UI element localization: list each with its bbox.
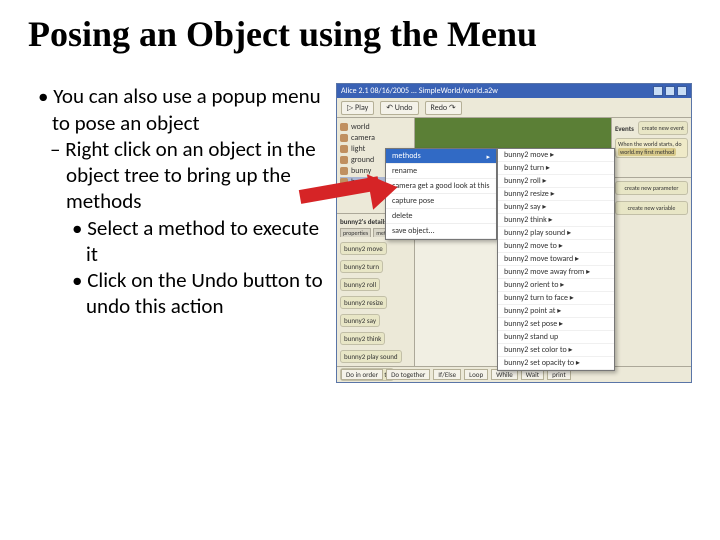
events-panel: Events create new event When the world s… (612, 118, 691, 178)
submenu-item[interactable]: bunny2 move ▸ (498, 149, 614, 162)
status-segment[interactable]: Do together (386, 369, 430, 380)
status-segment[interactable]: Loop (464, 369, 488, 380)
window-title: Alice 2.1 08/16/2005 ... SimpleWorld/wor… (341, 86, 498, 96)
light-icon (340, 145, 348, 153)
create-variable-button[interactable]: create new variable (615, 201, 688, 215)
ground-icon (340, 156, 348, 164)
redo-button[interactable]: Redo ↷ (425, 101, 462, 115)
context-menu-item[interactable]: save object... (386, 224, 496, 239)
alice-screenshot: Alice 2.1 08/16/2005 ... SimpleWorld/wor… (336, 83, 692, 383)
submenu-item[interactable]: bunny2 turn to face ▸ (498, 292, 614, 305)
undo-button[interactable]: ↶ Undo (380, 101, 418, 115)
window-titlebar: Alice 2.1 08/16/2005 ... SimpleWorld/wor… (337, 84, 691, 98)
context-menu-item[interactable]: methods▸ (386, 149, 496, 164)
submenu-item[interactable]: bunny2 play sound ▸ (498, 227, 614, 240)
submenu-item[interactable]: bunny2 roll ▸ (498, 175, 614, 188)
bullet-text: • You can also use a popup menu to pose … (28, 83, 328, 319)
submenu-item[interactable]: bunny2 set color to ▸ (498, 344, 614, 357)
method-chip[interactable]: bunny2 say (340, 314, 380, 327)
submenu-item[interactable]: bunny2 turn ▸ (498, 162, 614, 175)
submenu-item[interactable]: bunny2 set pose ▸ (498, 318, 614, 331)
tree-item: world (340, 122, 411, 132)
bullet-level3b: • Click on the Undo button to undo this … (72, 267, 328, 320)
play-button[interactable]: ▷ Play (341, 101, 374, 115)
method-chip[interactable]: bunny2 play sound (340, 350, 402, 363)
method-chip[interactable]: bunny2 move (340, 242, 387, 255)
events-label: Events (615, 124, 634, 133)
tree-item: camera (340, 133, 411, 143)
submenu-item[interactable]: bunny2 move to ▸ (498, 240, 614, 253)
chevron-right-icon: ▸ (486, 152, 490, 161)
submenu-item[interactable]: bunny2 say ▸ (498, 201, 614, 214)
submenu-item[interactable]: bunny2 resize ▸ (498, 188, 614, 201)
minimize-icon[interactable] (653, 86, 663, 96)
submenu-item[interactable]: bunny2 point at ▸ (498, 305, 614, 318)
world-icon (340, 123, 348, 131)
bullet-level1: • You can also use a popup menu to pose … (38, 83, 328, 136)
create-parameter-button[interactable]: create new parameter (615, 181, 688, 195)
status-segment[interactable]: If/Else (433, 369, 461, 380)
submenu-item[interactable]: bunny2 orient to ▸ (498, 279, 614, 292)
submenu-item[interactable]: bunny2 move toward ▸ (498, 253, 614, 266)
event-item[interactable]: When the world starts, do world.my first… (615, 138, 688, 158)
context-submenu[interactable]: bunny2 move ▸ bunny2 turn ▸ bunny2 roll … (497, 148, 615, 371)
bunny-icon (340, 167, 348, 175)
create-event-button[interactable]: create new event (638, 121, 688, 135)
maximize-icon[interactable] (665, 86, 675, 96)
chevron-right-icon: ▸ (550, 150, 554, 160)
submenu-item[interactable]: bunny2 set opacity to ▸ (498, 357, 614, 370)
status-segment[interactable]: Do in order (341, 369, 383, 380)
bullet-level2: – Right click on an object in the object… (50, 136, 328, 215)
camera-icon (340, 134, 348, 142)
submenu-item[interactable]: bunny2 move away from ▸ (498, 266, 614, 279)
submenu-item[interactable]: bunny2 think ▸ (498, 214, 614, 227)
toolbar: ▷ Play ↶ Undo Redo ↷ (337, 98, 691, 118)
callout-arrow-icon (300, 180, 410, 220)
bullet-level3a: • Select a method to execute it (72, 215, 328, 268)
submenu-item[interactable]: bunny2 stand up (498, 331, 614, 344)
method-chip[interactable]: bunny2 resize (340, 296, 387, 309)
method-chip[interactable]: bunny2 turn (340, 260, 383, 273)
method-chip[interactable]: bunny2 think (340, 332, 385, 345)
method-chip[interactable]: bunny2 roll (340, 278, 380, 291)
context-menu-item[interactable]: rename (386, 164, 496, 179)
tab-properties[interactable]: properties (340, 228, 371, 237)
close-icon[interactable] (677, 86, 687, 96)
slide-title: Posing an Object using the Menu (28, 14, 692, 55)
